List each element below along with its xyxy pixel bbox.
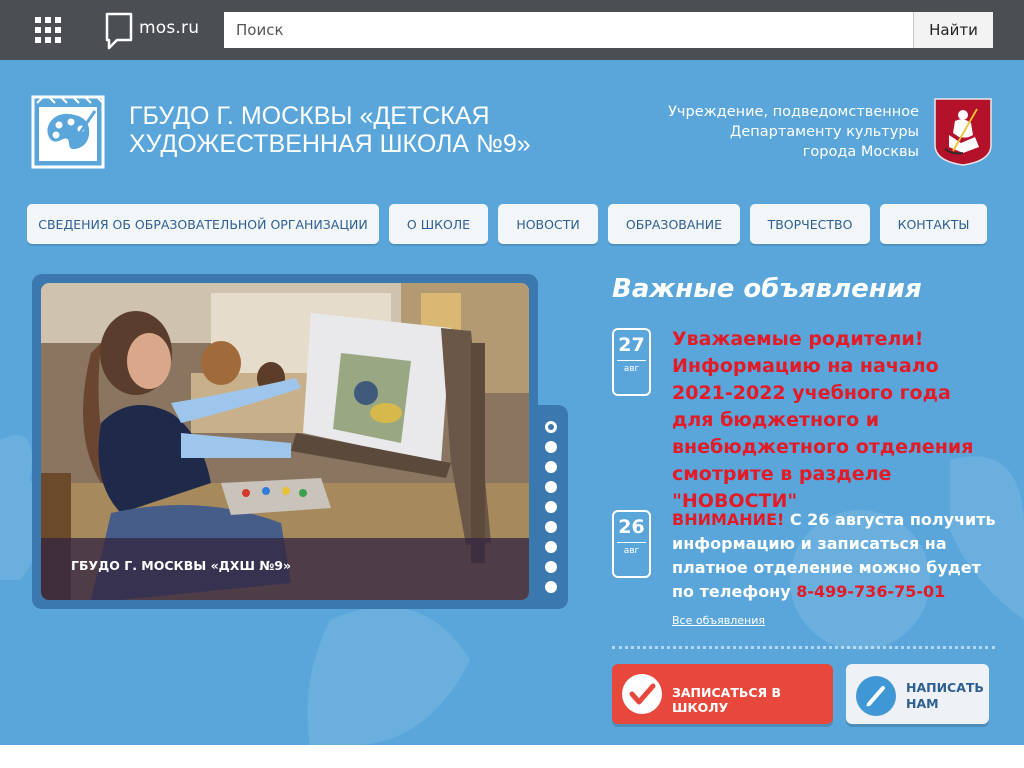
date-day: 27 [618,334,645,356]
date-day: 26 [618,516,645,538]
date-badge: 27 авг [612,328,651,396]
checkmark-icon [622,674,662,714]
announcement-link[interactable]: Уважаемые родители! Информацию на начало… [672,326,992,515]
subordinate-line: Учреждение, подведомственное [668,104,919,120]
subordinate-text: Учреждение, подведомственное Департамент… [620,102,919,162]
search-button[interactable]: Найти [913,12,993,48]
school-palette-logo[interactable] [29,93,107,171]
enroll-button-label: ЗАПИСАТЬСЯ В ШКОЛУ [672,685,782,715]
speech-bubble-icon [105,12,133,50]
date-month: авг [623,364,640,374]
mos-ru-text: mos.ru [139,18,200,38]
slide-caption-text: ГБУДО Г. МОСКВЫ «ДХШ №9» [71,558,292,573]
main-area: ГБУДО Г. МОСКВЫ «ДЕТСКАЯ ХУДОЖЕСТВЕННАЯ … [0,60,1024,745]
date-separator [617,542,646,543]
search-bar: Найти [224,12,993,48]
search-input[interactable] [224,12,913,48]
slider-dot[interactable] [545,541,557,553]
write-us-label: НАПИСАТЬ НАМ [906,680,986,712]
subordinate-line: города Москвы [802,144,919,160]
announcement-warning: ВНИМАНИЕ! [672,510,785,529]
divider [612,646,995,649]
subordinate-line: Департаменту культуры [730,124,919,140]
slider-dot[interactable] [545,501,557,513]
school-title[interactable]: ГБУДО Г. МОСКВЫ «ДЕТСКАЯ ХУДОЖЕСТВЕННАЯ … [129,102,589,158]
slider-dot[interactable] [545,521,557,533]
date-separator [617,360,646,361]
date-badge: 26 авг [612,510,651,578]
slide-image[interactable]: ГБУДО Г. МОСКВЫ «ДХШ №9» [41,283,529,600]
pencil-icon [856,676,896,716]
announcements-title: Важные объявления [612,274,922,304]
nav-item-news[interactable]: НОВОСТИ [498,204,598,244]
nav-item-creativity[interactable]: ТВОРЧЕСТВО [750,204,870,244]
announcement-phone: 8-499-736-75-01 [796,582,946,601]
slider-dot[interactable] [545,421,557,433]
nav-item-info[interactable]: СВЕДЕНИЯ ОБ ОБРАЗОВАТЕЛЬНОЙ ОРГАНИЗАЦИИ [27,204,379,244]
write-us-label-line1: НАПИСАТЬ [906,680,984,695]
all-announcements-link[interactable]: Все объявления [672,614,765,627]
slider-dot[interactable] [545,581,557,593]
slide-caption: ГБУДО Г. МОСКВЫ «ДХШ №9» [41,538,529,600]
slider-dot[interactable] [545,481,557,493]
nav-item-about[interactable]: О ШКОЛЕ [389,204,488,244]
enroll-button[interactable]: ЗАПИСАТЬСЯ В ШКОЛУ [612,664,833,724]
moscow-coat-of-arms-icon[interactable] [933,97,993,167]
date-month: авг [623,546,640,556]
write-us-button[interactable]: НАПИСАТЬ НАМ [846,664,989,724]
slider-dot[interactable] [545,441,557,453]
slider-dot[interactable] [545,461,557,473]
mos-ru-logo[interactable]: mos.ru [105,12,199,50]
nav-item-contacts[interactable]: КОНТАКТЫ [880,204,987,244]
grid-icon[interactable] [35,17,61,43]
write-us-label-line2: НАМ [906,696,939,711]
top-bar: mos.ru Найти [0,0,1024,60]
slider-dot[interactable] [545,561,557,573]
nav-item-education[interactable]: ОБРАЗОВАНИЕ [608,204,740,244]
announcement-link[interactable]: ВНИМАНИЕ! С 26 августа получить информац… [672,508,1002,604]
